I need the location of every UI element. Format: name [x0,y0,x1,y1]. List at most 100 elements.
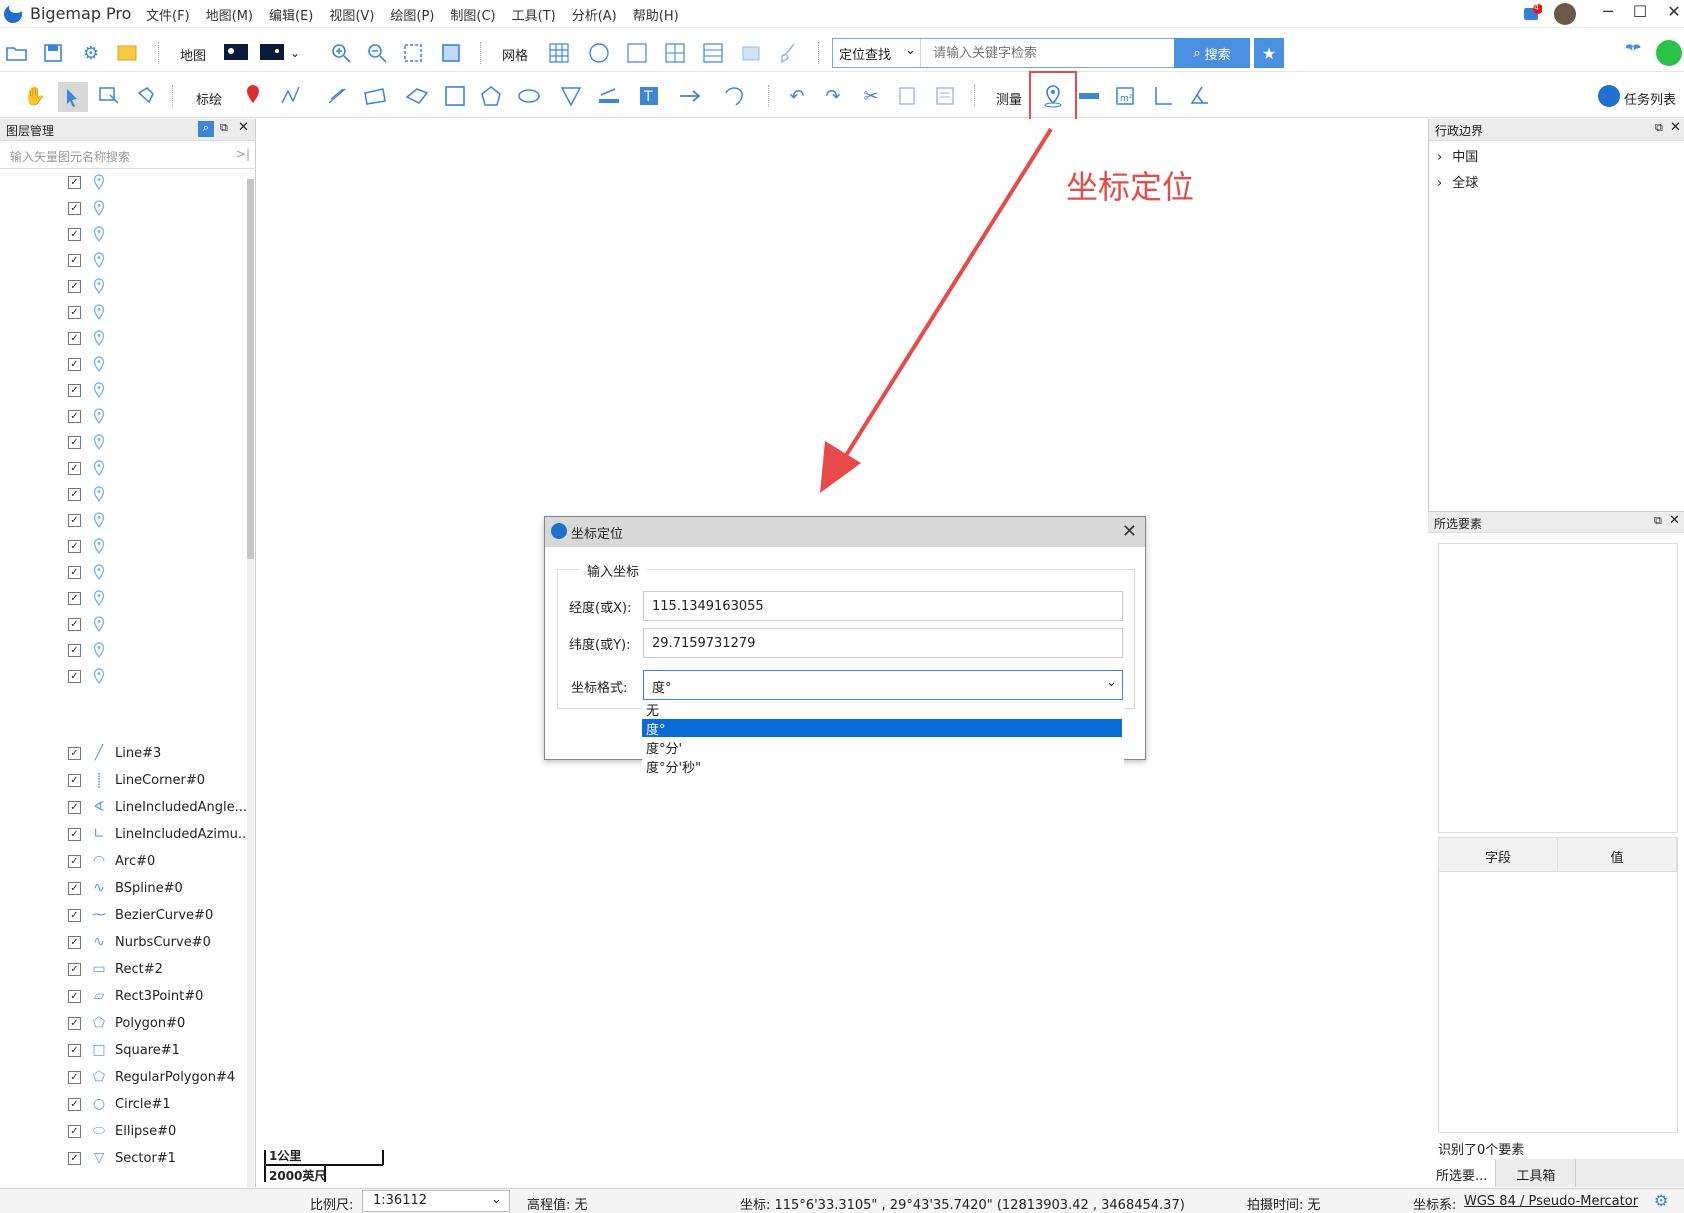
arrow-tool-icon[interactable] [678,83,704,109]
layer-item[interactable]: ✓ [68,353,115,375]
full-extent-icon[interactable] [438,40,464,66]
tree-item-china[interactable]: › 中国 [1437,146,1478,165]
close-icon[interactable]: ✕ [1660,2,1684,24]
polygon-select-icon[interactable] [134,83,160,109]
layer-checkbox[interactable]: ✓ [68,513,81,527]
redo-icon[interactable]: ↷ [820,83,846,109]
menu-edit[interactable]: 编辑(E) [269,5,313,24]
layer-item[interactable]: ✓ ⬠ RegularPolygon#4 [68,1066,235,1088]
layer-item[interactable]: ✓ ⸽ LineCorner#0 [68,769,205,791]
layer-checkbox[interactable]: ✓ [68,989,81,1003]
open-folder-icon[interactable] [4,40,30,66]
menu-map[interactable]: 地图(M) [206,5,253,24]
layer-checkbox[interactable]: ✓ [68,253,81,267]
format-option-selected[interactable]: 度° [642,719,1122,738]
layer-item[interactable]: ✓ [68,405,115,427]
chevron-right-icon[interactable]: › [1437,176,1442,191]
paste-icon[interactable] [932,83,958,109]
layer-checkbox[interactable]: ✓ [68,409,81,423]
layer-item[interactable]: ✓ ∟ LineIncludedAzimu... [68,823,246,845]
layer-checkbox[interactable]: ✓ [68,854,81,868]
format-option[interactable]: 度°分'秒" [642,757,1122,776]
layer-item[interactable]: ✓ [68,223,115,245]
layer-checkbox[interactable]: ✓ [68,539,81,553]
layer-item[interactable]: ✓ [68,171,115,193]
lnglat-grid-icon[interactable] [586,40,612,66]
layer-checkbox[interactable]: ✓ [68,461,81,475]
menu-file[interactable]: 文件(F) [146,5,190,24]
polyline-icon[interactable] [278,83,304,109]
search-mode-select[interactable]: 定位查找 ⌄ [833,39,921,67]
scale-select[interactable]: 1:36112 ⌄ [362,1190,510,1212]
layer-checkbox[interactable]: ✓ [68,643,81,657]
layer-checkbox[interactable]: ✓ [68,1070,81,1084]
layer-item[interactable]: ✓ ○ Circle#1 [68,1093,171,1115]
layer-checkbox[interactable]: ✓ [68,487,81,501]
save-icon[interactable] [40,40,66,66]
layer-item[interactable]: ✓ ∢ LineIncludedAngle... [68,796,246,818]
layer-checkbox[interactable]: ✓ [68,827,81,841]
close-icon[interactable]: ✕ [1669,513,1680,528]
float-panel-icon[interactable]: ⧉ [1655,121,1663,135]
layer-item[interactable]: ✓ ╱ Line#3 [68,742,161,764]
layer-item[interactable]: ✓ ▭ Rect#2 [68,958,163,980]
tree-item-global[interactable]: › 全球 [1437,172,1478,191]
layer-checkbox[interactable]: ✓ [68,617,81,631]
field-column-header[interactable]: 字段 [1439,838,1558,871]
select-arrow-icon[interactable] [58,82,88,112]
layer-checkbox[interactable]: ✓ [68,746,81,760]
marker-pin-icon[interactable] [240,82,266,108]
layer-checkbox[interactable]: ✓ [68,201,81,215]
pan-hand-icon[interactable]: ✋ [22,83,48,109]
layer-item[interactable]: ✓ ◠ Arc#0 [68,850,155,872]
layer-item[interactable]: ✓ [68,613,115,635]
layer-checkbox[interactable]: ✓ [68,227,81,241]
user-avatar[interactable] [1554,3,1576,25]
close-icon[interactable]: ✕ [1122,521,1137,542]
coordinate-format-select[interactable]: 度° ⌄ [643,670,1123,700]
task-list-button[interactable]: 任务列表 [1624,89,1676,108]
layer-item[interactable]: ✓ [68,483,115,505]
layer-item[interactable]: ✓ [68,249,115,271]
layer-item[interactable]: ✓ [68,197,115,219]
tab-toolbox[interactable]: 工具箱 [1496,1159,1577,1187]
close-icon[interactable]: ✕ [238,120,249,135]
layer-item[interactable]: ✓ ∿ BSpline#0 [68,877,183,899]
format-option[interactable]: 无 [642,700,1122,719]
export-icon[interactable] [738,40,764,66]
measure-ruler-icon[interactable] [596,83,622,109]
layer-checkbox[interactable]: ✓ [68,331,81,345]
layer-item[interactable]: ✓ [68,301,115,323]
layer-item[interactable]: ✓ ▱ Rect3Point#0 [68,985,203,1007]
layer-checkbox[interactable]: ✓ [68,908,81,922]
layer-item[interactable]: ✓ [68,535,115,557]
layer-item[interactable]: ✓ [68,431,115,453]
layer-search-input[interactable]: 输入矢量图元名称搜索 >| [0,143,256,169]
zoom-out-icon[interactable] [364,40,390,66]
layer-item[interactable]: ✓ [68,587,115,609]
latitude-input[interactable] [643,628,1123,658]
layer-checkbox[interactable]: ✓ [68,1043,81,1057]
close-icon[interactable]: ✕ [1670,120,1681,135]
layer-item[interactable]: ✓ [68,457,115,479]
layer-checkbox[interactable]: ✓ [68,935,81,949]
zoom-in-icon[interactable] [328,40,354,66]
grid-icon[interactable] [546,40,572,66]
arc-tool-icon[interactable] [722,83,748,109]
layer-checkbox[interactable]: ✓ [68,175,81,189]
layer-checkbox[interactable]: ✓ [68,881,81,895]
zoom-extent-icon[interactable] [400,40,426,66]
layer-checkbox[interactable]: ✓ [68,1151,81,1165]
undo-icon[interactable]: ↶ [784,83,810,109]
menu-analysis[interactable]: 分析(A) [572,5,617,24]
menu-help[interactable]: 帮助(H) [633,5,679,24]
menu-draw[interactable]: 绘图(P) [390,5,434,24]
layer-checkbox[interactable]: ✓ [68,1124,81,1138]
layer-checkbox[interactable]: ✓ [68,565,81,579]
scrollbar-thumb[interactable] [247,179,254,559]
format-option[interactable]: 度°分' [642,738,1122,757]
layer-item[interactable]: ✓ ▽ Sector#1 [68,1147,176,1169]
settings-gear-icon[interactable]: ⚙ [1654,1191,1668,1210]
rectangle-tool-icon[interactable] [362,83,388,109]
float-panel-icon[interactable]: ⧉ [220,121,228,135]
